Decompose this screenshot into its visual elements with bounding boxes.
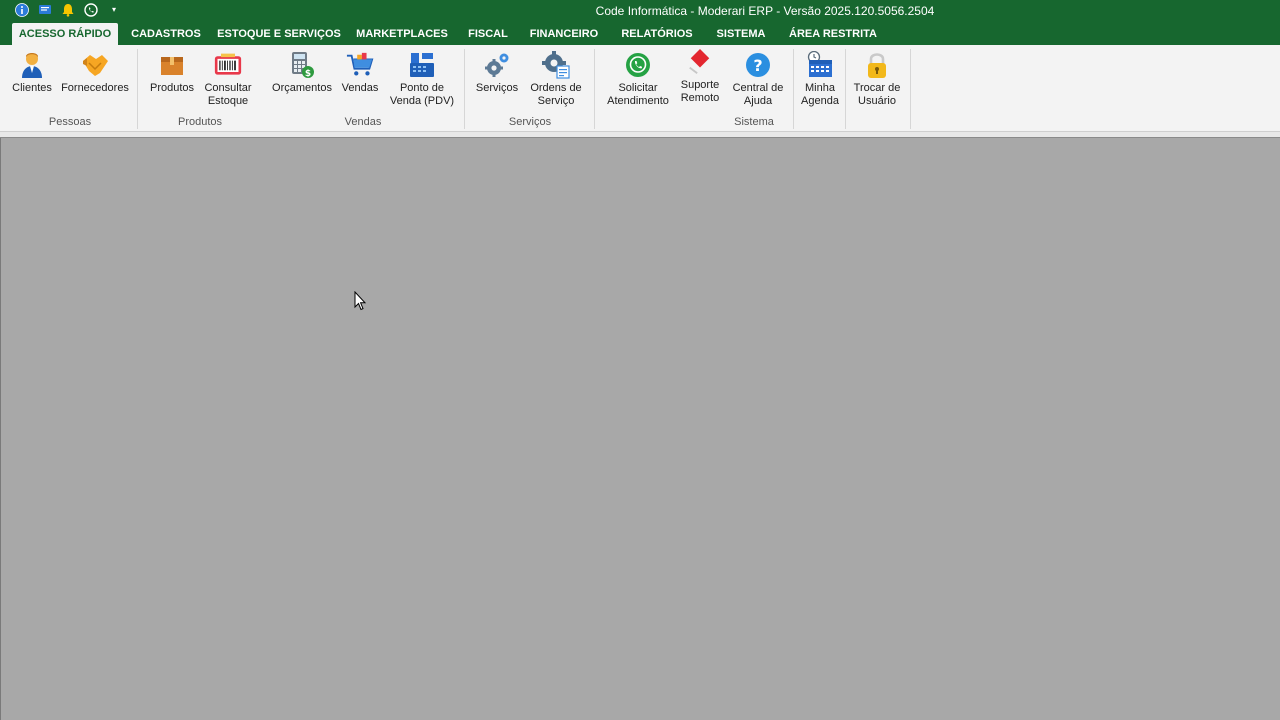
handshake-icon <box>81 51 109 79</box>
solicitar-atendimento-label: Solicitar Atendimento <box>607 82 669 107</box>
fornecedores-button[interactable]: Fornecedores <box>60 51 130 95</box>
calendar-icon <box>806 51 834 79</box>
gears-icon <box>483 51 511 79</box>
svg-text:?: ? <box>753 56 762 75</box>
solicitar-atendimento-button[interactable]: Solicitar Atendimento <box>604 51 672 108</box>
produtos-button[interactable]: Produtos <box>146 51 198 95</box>
group-label-produtos: Produtos <box>177 116 223 128</box>
svg-text:$: $ <box>305 69 311 79</box>
orcamentos-label: Orçamentos <box>272 82 332 94</box>
mouse-cursor-icon <box>354 290 367 315</box>
minha-agenda-button[interactable]: Minha Agenda <box>798 51 842 108</box>
group-label-sistema: Sistema <box>734 116 774 128</box>
suporte-remoto-label: Suporte Remoto <box>680 79 720 104</box>
tab-cadastros[interactable]: CADASTROS <box>126 23 206 45</box>
vendas-button[interactable]: Vendas <box>338 51 382 95</box>
tab-area-restrita[interactable]: ÁREA RESTRITA <box>780 23 886 45</box>
barcode-scanner-icon <box>214 51 242 79</box>
ordens-de-servico-button[interactable]: Ordens de Serviço <box>528 51 584 108</box>
consultar-estoque-button[interactable]: Consultar Estoque <box>202 51 254 108</box>
central-de-ajuda-button[interactable]: ? Central de Ajuda <box>730 51 786 108</box>
tab-marketplaces[interactable]: MARKETPLACES <box>352 23 452 45</box>
group-label-vendas: Vendas <box>344 116 382 128</box>
group-separator <box>137 49 138 129</box>
central-de-ajuda-label: Central de Ajuda <box>732 82 784 107</box>
ponto-de-venda-button[interactable]: Ponto de Venda (PDV) <box>386 51 458 108</box>
person-icon <box>18 51 46 79</box>
workspace-area[interactable] <box>0 138 1280 720</box>
remote-support-icon <box>686 48 714 76</box>
window-title: Code Informática - Moderari ERP - Versão… <box>595 4 935 18</box>
clientes-label: Clientes <box>12 82 52 94</box>
whatsapp-icon <box>624 51 652 79</box>
clientes-button[interactable]: Clientes <box>10 51 54 95</box>
produtos-label: Produtos <box>149 82 195 94</box>
group-separator <box>594 49 595 129</box>
tab-sistema[interactable]: SISTEMA <box>710 23 772 45</box>
group-separator <box>464 49 465 129</box>
tab-financeiro[interactable]: FINANCEIRO <box>524 23 604 45</box>
shopping-cart-icon <box>346 51 374 79</box>
consultar-estoque-label: Consultar Estoque <box>204 82 252 107</box>
group-label-servicos: Serviços <box>508 116 552 128</box>
trocar-de-usuario-label: Trocar de Usuário <box>853 82 901 107</box>
ribbon-tabs: ACESSO RÁPIDO CADASTROS ESTOQUE E SERVIÇ… <box>0 23 1280 45</box>
padlock-icon <box>863 51 891 79</box>
calculator-icon: $ <box>288 51 316 79</box>
service-order-icon <box>542 51 570 79</box>
ponto-de-venda-label: Ponto de Venda (PDV) <box>389 82 455 107</box>
ribbon-panel: Clientes Fornecedores Pessoas Produtos C… <box>0 45 1280 132</box>
ordens-de-servico-label: Ordens de Serviço <box>530 82 582 107</box>
title-bar: ▾ Code Informática - Moderari ERP - Vers… <box>0 0 1280 23</box>
vendas-label: Vendas <box>341 82 379 94</box>
orcamentos-button[interactable]: $ Orçamentos <box>270 51 334 95</box>
group-separator <box>910 49 911 129</box>
tab-fiscal[interactable]: FISCAL <box>460 23 516 45</box>
tab-acesso-rapido[interactable]: ACESSO RÁPIDO <box>12 23 118 45</box>
group-label-pessoas: Pessoas <box>48 116 92 128</box>
suporte-remoto-button[interactable]: Suporte Remoto <box>676 48 724 105</box>
help-icon: ? <box>744 51 772 79</box>
servicos-button[interactable]: Serviços <box>472 51 522 95</box>
fornecedores-label: Fornecedores <box>61 82 129 94</box>
tab-estoque-servicos[interactable]: ESTOQUE E SERVIÇOS <box>214 23 344 45</box>
trocar-de-usuario-button[interactable]: Trocar de Usuário <box>850 51 904 108</box>
tab-relatorios[interactable]: RELATÓRIOS <box>612 23 702 45</box>
box-icon <box>158 51 186 79</box>
servicos-label: Serviços <box>475 82 519 94</box>
cash-register-icon <box>408 51 436 79</box>
minha-agenda-label: Minha Agenda <box>801 82 839 107</box>
